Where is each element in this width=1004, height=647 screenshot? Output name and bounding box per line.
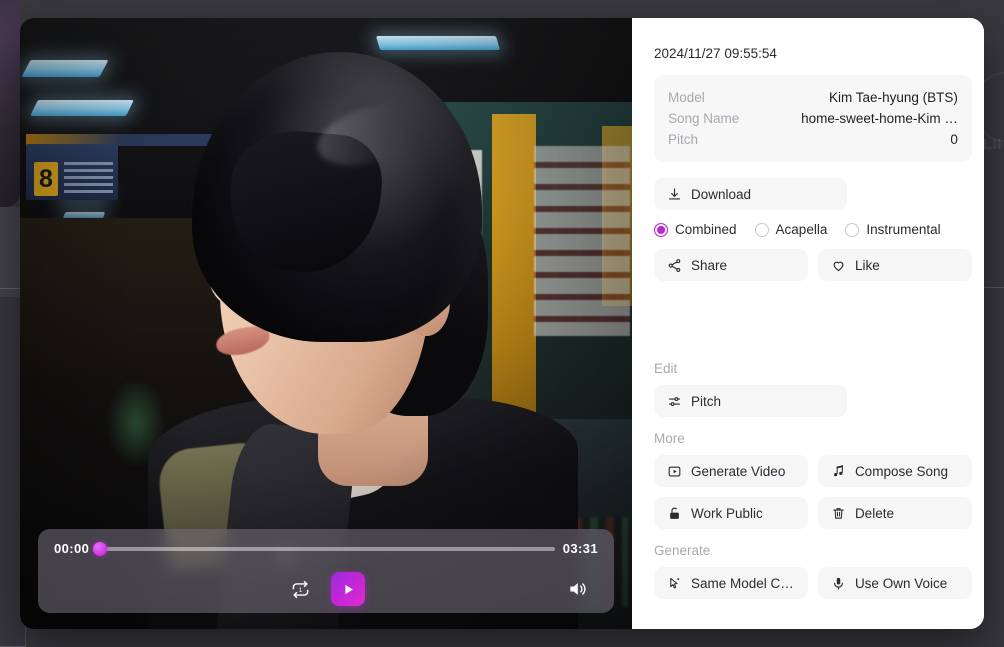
trash-icon <box>833 507 844 519</box>
svg-text:1: 1 <box>298 587 302 594</box>
created-timestamp: 2024/11/27 09:55:54 <box>654 46 777 61</box>
generate-row: Same Model Cover Use Own Voice <box>654 567 972 599</box>
share-button[interactable]: Share <box>654 249 808 281</box>
metadata-value: home-sweet-home-Kim … <box>801 111 958 126</box>
delete-button[interactable]: Delete <box>817 497 972 529</box>
pitch-label: Pitch <box>691 393 722 409</box>
audio-player: 00:00 03:31 1 <box>38 529 614 613</box>
metadata-value: Kim Tae-hyung (BTS) <box>829 90 958 105</box>
cursor-sparkle-icon <box>670 577 680 588</box>
metadata-card: Model Kim Tae-hyung (BTS) Song Name home… <box>654 75 972 162</box>
radio-combined[interactable]: Combined <box>654 222 737 237</box>
radio-label: Instrumental <box>866 222 941 237</box>
use-own-voice-label: Use Own Voice <box>854 575 948 591</box>
metadata-label: Model <box>668 90 705 105</box>
radio-instrumental[interactable]: Instrumental <box>845 222 941 237</box>
metadata-row-model: Model Kim Tae-hyung (BTS) <box>668 87 958 108</box>
section-title-more: More <box>654 431 685 446</box>
radio-acapella[interactable]: Acapella <box>754 222 828 237</box>
seek-row: 00:00 03:31 <box>54 541 598 556</box>
seek-thumb[interactable] <box>93 541 108 556</box>
generate-video-button[interactable]: Generate Video <box>654 455 808 487</box>
panel-spacer <box>654 291 972 347</box>
current-time-label: 00:00 <box>54 541 90 556</box>
compose-song-label: Compose Song <box>854 463 948 479</box>
share-icon <box>668 258 681 272</box>
delete-label: Delete <box>854 505 894 521</box>
metadata-label: Song Name <box>668 111 740 126</box>
lock-icon <box>670 507 679 519</box>
music-note-icon <box>833 464 843 476</box>
share-like-row: Share Like <box>654 249 972 281</box>
same-model-cover-label: Same Model Cover <box>691 575 795 591</box>
section-title-edit: Edit <box>654 361 678 376</box>
artwork-area: 8 <box>20 18 632 629</box>
same-model-cover-button[interactable]: Same Model Cover <box>654 567 808 599</box>
generate-video-label: Generate Video <box>691 463 786 479</box>
mix-type-radio-group: Combined Acapella Instrumental <box>654 222 972 237</box>
more-row-2: Work Public Delete <box>654 497 972 529</box>
radio-label: Acapella <box>775 222 828 237</box>
metadata-label: Pitch <box>668 132 699 147</box>
metadata-row-pitch: Pitch 0 <box>668 129 958 150</box>
play-button[interactable] <box>331 572 365 606</box>
download-button[interactable]: Download <box>654 178 847 210</box>
player-controls: 1 <box>54 572 598 606</box>
section-title-generate: Generate <box>654 543 711 558</box>
radio-label: Combined <box>675 222 737 237</box>
background-card-partial <box>0 0 20 207</box>
download-icon <box>668 187 681 199</box>
background-divider-3 <box>982 287 1004 288</box>
metadata-value: 0 <box>950 132 958 147</box>
song-detail-modal: 8 <box>20 18 984 629</box>
heart-icon <box>833 261 844 271</box>
work-public-label: Work Public <box>691 505 763 521</box>
download-label: Download <box>691 186 752 202</box>
share-label: Share <box>691 257 728 273</box>
like-button[interactable]: Like <box>817 249 972 281</box>
compose-song-button[interactable]: Compose Song <box>817 455 972 487</box>
microphone-icon <box>834 577 843 590</box>
use-own-voice-button[interactable]: Use Own Voice <box>817 567 972 599</box>
background-right-label: LII <box>983 136 1002 153</box>
radio-dot[interactable] <box>845 222 860 237</box>
radio-dot[interactable] <box>754 222 769 237</box>
tune-icon <box>668 396 681 406</box>
total-time-label: 03:31 <box>562 541 598 556</box>
work-public-button[interactable]: Work Public <box>654 497 808 529</box>
detail-panel: 2024/11/27 09:55:54 Model Kim Tae-hyung … <box>632 18 984 629</box>
more-row-1: Generate Video Compose Song <box>654 455 972 487</box>
video-icon <box>668 466 681 476</box>
metadata-row-song-name: Song Name home-sweet-home-Kim … <box>668 108 958 129</box>
seek-slider[interactable] <box>93 541 555 556</box>
like-label: Like <box>854 257 880 273</box>
radio-dot-selected[interactable] <box>654 222 668 237</box>
pitch-button[interactable]: Pitch <box>654 385 847 417</box>
play-icon <box>344 584 353 594</box>
repeat-one-icon[interactable]: 1 <box>287 576 313 602</box>
volume-icon[interactable] <box>564 576 590 602</box>
